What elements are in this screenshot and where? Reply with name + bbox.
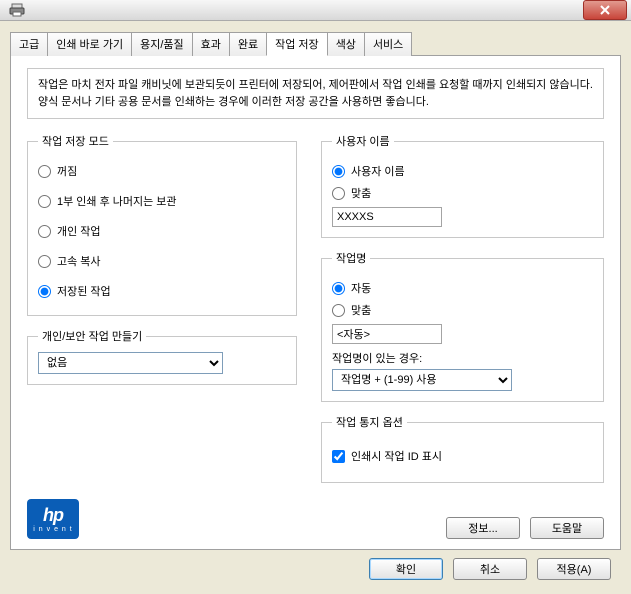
storage-mode-proof-hold-radio[interactable] [38,195,51,208]
job-name-custom-radio[interactable] [332,304,345,317]
tab-shortcuts[interactable]: 인쇄 바로 가기 [47,32,132,56]
storage-mode-personal-radio[interactable] [38,225,51,238]
private-secure-group: 개인/보안 작업 만들기 없음 [27,328,297,385]
user-name-default-radio[interactable] [332,165,345,178]
user-name-default-label: 사용자 이름 [351,163,405,179]
user-name-group: 사용자 이름 사용자 이름 맞춤 [321,133,604,238]
tab-paper-quality[interactable]: 용지/품질 [131,32,193,56]
info-button[interactable]: 정보... [446,517,520,539]
storage-mode-off-radio[interactable] [38,165,51,178]
dialog-buttons: 확인 취소 적용(A) [10,550,621,588]
job-name-group: 작업명 자동 맞춤 작업명이 있는 경우: 작업명 + (1-99) 사용 [321,250,604,402]
tab-job-storage[interactable]: 작업 저장 [266,32,328,56]
tab-effects[interactable]: 효과 [192,32,230,56]
notify-legend: 작업 통지 옵션 [332,414,407,430]
close-icon [600,5,610,15]
storage-mode-group: 작업 저장 모드 꺼짐 1부 인쇄 후 나머지는 보관 [27,133,297,316]
hp-invent-text: i n v e n t [33,526,72,533]
storage-mode-proof-hold-label: 1부 인쇄 후 나머지는 보관 [57,193,177,209]
cancel-button[interactable]: 취소 [453,558,527,580]
job-name-custom-label: 맞춤 [351,302,371,318]
tab-content: 작업은 마치 전자 파일 캐비닛에 보관되듯이 프린터에 저장되어, 제어판에서… [10,55,621,550]
storage-mode-quickcopy-radio[interactable] [38,255,51,268]
job-name-legend: 작업명 [332,250,370,266]
job-name-exists-label: 작업명이 있는 경우: [332,350,593,366]
user-name-input[interactable] [332,207,442,227]
printer-icon [8,1,26,19]
job-name-exists-select[interactable]: 작업명 + (1-99) 사용 [332,369,512,391]
job-name-auto-label: 자동 [351,280,371,296]
job-name-auto-radio[interactable] [332,282,345,295]
user-name-custom-radio[interactable] [332,187,345,200]
tab-advanced[interactable]: 고급 [10,32,48,56]
show-job-id-checkbox[interactable] [332,450,345,463]
titlebar [0,0,631,21]
storage-mode-quickcopy-label: 고속 복사 [57,253,101,269]
private-secure-legend: 개인/보안 작업 만들기 [38,328,146,344]
private-secure-select[interactable]: 없음 [38,352,223,374]
job-name-input[interactable] [332,324,442,344]
tab-service[interactable]: 서비스 [364,32,412,56]
storage-mode-stored-label: 저장된 작업 [57,283,111,299]
apply-button[interactable]: 적용(A) [537,558,611,580]
description-text: 작업은 마치 전자 파일 캐비닛에 보관되듯이 프린터에 저장되어, 제어판에서… [27,68,604,119]
tab-color[interactable]: 색상 [327,32,365,56]
hp-logo: hp i n v e n t [27,499,79,539]
help-button[interactable]: 도움말 [530,517,604,539]
close-button[interactable] [583,0,627,20]
ok-button[interactable]: 확인 [369,558,443,580]
tabs-row: 고급 인쇄 바로 가기 용지/품질 효과 완료 작업 저장 색상 서비스 [10,31,621,55]
user-name-legend: 사용자 이름 [332,133,394,149]
hp-logo-text: hp [43,505,63,526]
storage-mode-personal-label: 개인 작업 [57,223,101,239]
storage-mode-legend: 작업 저장 모드 [38,133,113,149]
user-name-custom-label: 맞춤 [351,185,371,201]
print-settings-window: 고급 인쇄 바로 가기 용지/품질 효과 완료 작업 저장 색상 서비스 작업은… [0,0,631,580]
notify-group: 작업 통지 옵션 인쇄시 작업 ID 표시 [321,414,604,483]
show-job-id-label: 인쇄시 작업 ID 표시 [351,448,442,464]
storage-mode-stored-radio[interactable] [38,285,51,298]
storage-mode-off-label: 꺼짐 [57,163,77,179]
tab-finishing[interactable]: 완료 [229,32,267,56]
